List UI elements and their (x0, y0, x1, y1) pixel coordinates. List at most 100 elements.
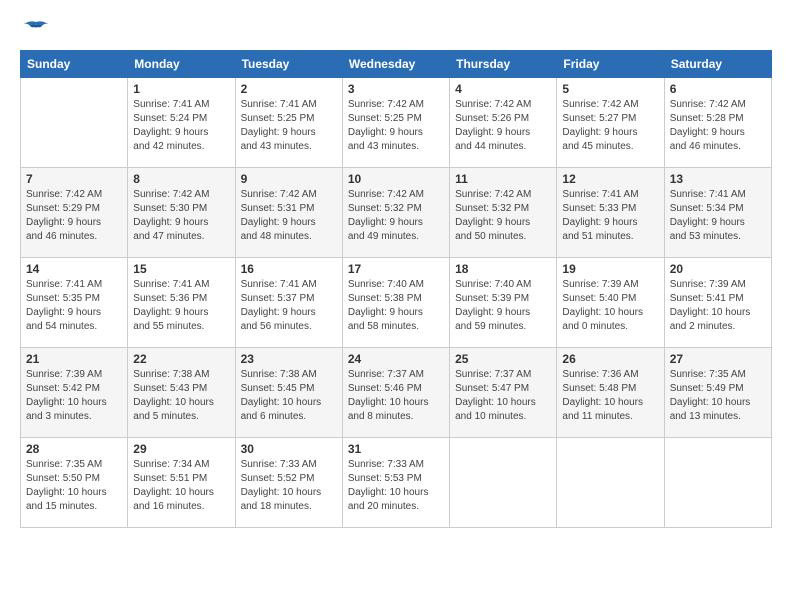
day-number: 25 (455, 352, 551, 366)
day-number: 22 (133, 352, 229, 366)
day-of-week-header: Saturday (664, 51, 771, 78)
calendar-cell: 13Sunrise: 7:41 AMSunset: 5:34 PMDayligh… (664, 168, 771, 258)
calendar-cell: 7 Sunrise: 7:42 AMSunset: 5:29 PMDaylight… (21, 168, 128, 258)
calendar-cell: 11 Sunrise: 7:42 AMSunset: 5:32 PMDayligh… (450, 168, 557, 258)
day-info: Sunrise: 7:41 AMSunset: 5:25 PMDaylight:… (241, 98, 337, 154)
day-number: 29 (133, 442, 229, 456)
day-info: Sunrise: 7:41 AMSunset: 5:24 PMDaylight:… (133, 98, 229, 154)
calendar-cell (450, 438, 557, 528)
day-info: Sunrise: 7:37 AMSunset: 5:46 PMDaylight:… (348, 368, 444, 424)
day-info: Sunrise: 7:42 AMSunset: 5:32 PMDaylight:… (455, 188, 551, 244)
day-number: 8 (133, 172, 229, 186)
day-number: 5 (562, 82, 658, 96)
calendar-cell (664, 438, 771, 528)
calendar-cell: 24Sunrise: 7:37 AMSunset: 5:46 PMDayligh… (342, 348, 449, 438)
calendar-cell: 15 Sunrise: 7:41 AMSunset: 5:36 PMDayligh… (128, 258, 235, 348)
day-number: 26 (562, 352, 658, 366)
day-info: Sunrise: 7:39 AMSunset: 5:42 PMDaylight:… (26, 368, 122, 424)
calendar-cell: 19 Sunrise: 7:39 AMSunset: 5:40 PMDayligh… (557, 258, 664, 348)
day-info: Sunrise: 7:41 AMSunset: 5:37 PMDaylight:… (241, 278, 337, 334)
day-number: 15 (133, 262, 229, 276)
calendar-cell: 18 Sunrise: 7:40 AMSunset: 5:39 PMDayligh… (450, 258, 557, 348)
day-number: 17 (348, 262, 444, 276)
day-info: Sunrise: 7:40 AMSunset: 5:38 PMDaylight:… (348, 278, 444, 334)
day-number: 4 (455, 82, 551, 96)
day-info: Sunrise: 7:41 AMSunset: 5:36 PMDaylight:… (133, 278, 229, 334)
calendar-week-row: 28 Sunrise: 7:35 AMSunset: 5:50 PMDayligh… (21, 438, 772, 528)
calendar-cell: 30 Sunrise: 7:33 AMSunset: 5:52 PMDayligh… (235, 438, 342, 528)
day-info: Sunrise: 7:36 AMSunset: 5:48 PMDaylight:… (562, 368, 658, 424)
day-info: Sunrise: 7:40 AMSunset: 5:39 PMDaylight:… (455, 278, 551, 334)
day-info: Sunrise: 7:42 AMSunset: 5:32 PMDaylight:… (348, 188, 444, 244)
day-info: Sunrise: 7:35 AMSunset: 5:50 PMDaylight:… (26, 458, 122, 514)
day-info: Sunrise: 7:42 AMSunset: 5:28 PMDaylight:… (670, 98, 766, 154)
calendar-cell: 17 Sunrise: 7:40 AMSunset: 5:38 PMDayligh… (342, 258, 449, 348)
day-info: Sunrise: 7:42 AMSunset: 5:25 PMDaylight:… (348, 98, 444, 154)
calendar-cell: 1 Sunrise: 7:41 AMSunset: 5:24 PMDaylight… (128, 78, 235, 168)
day-number: 16 (241, 262, 337, 276)
calendar-cell: 10 Sunrise: 7:42 AMSunset: 5:32 PMDayligh… (342, 168, 449, 258)
calendar-cell: 31Sunrise: 7:33 AMSunset: 5:53 PMDayligh… (342, 438, 449, 528)
calendar-cell: 16 Sunrise: 7:41 AMSunset: 5:37 PMDayligh… (235, 258, 342, 348)
day-info: Sunrise: 7:42 AMSunset: 5:27 PMDaylight:… (562, 98, 658, 154)
day-of-week-header: Friday (557, 51, 664, 78)
day-info: Sunrise: 7:33 AMSunset: 5:52 PMDaylight:… (241, 458, 337, 514)
calendar-cell: 3Sunrise: 7:42 AMSunset: 5:25 PMDaylight… (342, 78, 449, 168)
day-info: Sunrise: 7:41 AMSunset: 5:33 PMDaylight:… (562, 188, 658, 244)
day-info: Sunrise: 7:37 AMSunset: 5:47 PMDaylight:… (455, 368, 551, 424)
day-info: Sunrise: 7:42 AMSunset: 5:30 PMDaylight:… (133, 188, 229, 244)
day-info: Sunrise: 7:39 AMSunset: 5:40 PMDaylight:… (562, 278, 658, 334)
day-number: 7 (26, 172, 122, 186)
day-info: Sunrise: 7:42 AMSunset: 5:31 PMDaylight:… (241, 188, 337, 244)
day-info: Sunrise: 7:33 AMSunset: 5:53 PMDaylight:… (348, 458, 444, 514)
day-info: Sunrise: 7:42 AMSunset: 5:26 PMDaylight:… (455, 98, 551, 154)
calendar-cell: 2 Sunrise: 7:41 AMSunset: 5:25 PMDaylight… (235, 78, 342, 168)
calendar-cell: 25 Sunrise: 7:37 AMSunset: 5:47 PMDayligh… (450, 348, 557, 438)
day-of-week-header: Sunday (21, 51, 128, 78)
calendar-cell: 28 Sunrise: 7:35 AMSunset: 5:50 PMDayligh… (21, 438, 128, 528)
day-number: 6 (670, 82, 766, 96)
day-info: Sunrise: 7:41 AMSunset: 5:35 PMDaylight:… (26, 278, 122, 334)
calendar-cell (21, 78, 128, 168)
day-number: 23 (241, 352, 337, 366)
day-info: Sunrise: 7:34 AMSunset: 5:51 PMDaylight:… (133, 458, 229, 514)
day-of-week-header: Tuesday (235, 51, 342, 78)
day-info: Sunrise: 7:38 AMSunset: 5:43 PMDaylight:… (133, 368, 229, 424)
calendar-week-row: 1 Sunrise: 7:41 AMSunset: 5:24 PMDaylight… (21, 78, 772, 168)
calendar-week-row: 7 Sunrise: 7:42 AMSunset: 5:29 PMDaylight… (21, 168, 772, 258)
calendar-cell (557, 438, 664, 528)
logo (20, 20, 50, 40)
day-number: 18 (455, 262, 551, 276)
calendar-table: SundayMondayTuesdayWednesdayThursdayFrid… (20, 50, 772, 528)
calendar-week-row: 14Sunrise: 7:41 AMSunset: 5:35 PMDayligh… (21, 258, 772, 348)
calendar-cell: 26 Sunrise: 7:36 AMSunset: 5:48 PMDayligh… (557, 348, 664, 438)
day-number: 19 (562, 262, 658, 276)
logo-bird-icon (22, 20, 50, 40)
calendar-cell: 5 Sunrise: 7:42 AMSunset: 5:27 PMDaylight… (557, 78, 664, 168)
day-number: 1 (133, 82, 229, 96)
calendar-cell: 14Sunrise: 7:41 AMSunset: 5:35 PMDayligh… (21, 258, 128, 348)
day-info: Sunrise: 7:42 AMSunset: 5:29 PMDaylight:… (26, 188, 122, 244)
calendar-cell: 12 Sunrise: 7:41 AMSunset: 5:33 PMDayligh… (557, 168, 664, 258)
day-number: 11 (455, 172, 551, 186)
day-of-week-header: Thursday (450, 51, 557, 78)
day-info: Sunrise: 7:39 AMSunset: 5:41 PMDaylight:… (670, 278, 766, 334)
calendar-cell: 9Sunrise: 7:42 AMSunset: 5:31 PMDaylight… (235, 168, 342, 258)
calendar-cell: 20 Sunrise: 7:39 AMSunset: 5:41 PMDayligh… (664, 258, 771, 348)
day-number: 28 (26, 442, 122, 456)
calendar-cell: 23 Sunrise: 7:38 AMSunset: 5:45 PMDayligh… (235, 348, 342, 438)
day-number: 10 (348, 172, 444, 186)
calendar-cell: 8 Sunrise: 7:42 AMSunset: 5:30 PMDaylight… (128, 168, 235, 258)
day-number: 12 (562, 172, 658, 186)
page-header (20, 20, 772, 40)
day-info: Sunrise: 7:38 AMSunset: 5:45 PMDaylight:… (241, 368, 337, 424)
calendar-cell: 6 Sunrise: 7:42 AMSunset: 5:28 PMDaylight… (664, 78, 771, 168)
day-number: 2 (241, 82, 337, 96)
calendar-cell: 21 Sunrise: 7:39 AMSunset: 5:42 PMDayligh… (21, 348, 128, 438)
day-info: Sunrise: 7:35 AMSunset: 5:49 PMDaylight:… (670, 368, 766, 424)
day-of-week-header: Monday (128, 51, 235, 78)
day-number: 30 (241, 442, 337, 456)
day-number: 21 (26, 352, 122, 366)
day-number: 20 (670, 262, 766, 276)
day-of-week-header: Wednesday (342, 51, 449, 78)
